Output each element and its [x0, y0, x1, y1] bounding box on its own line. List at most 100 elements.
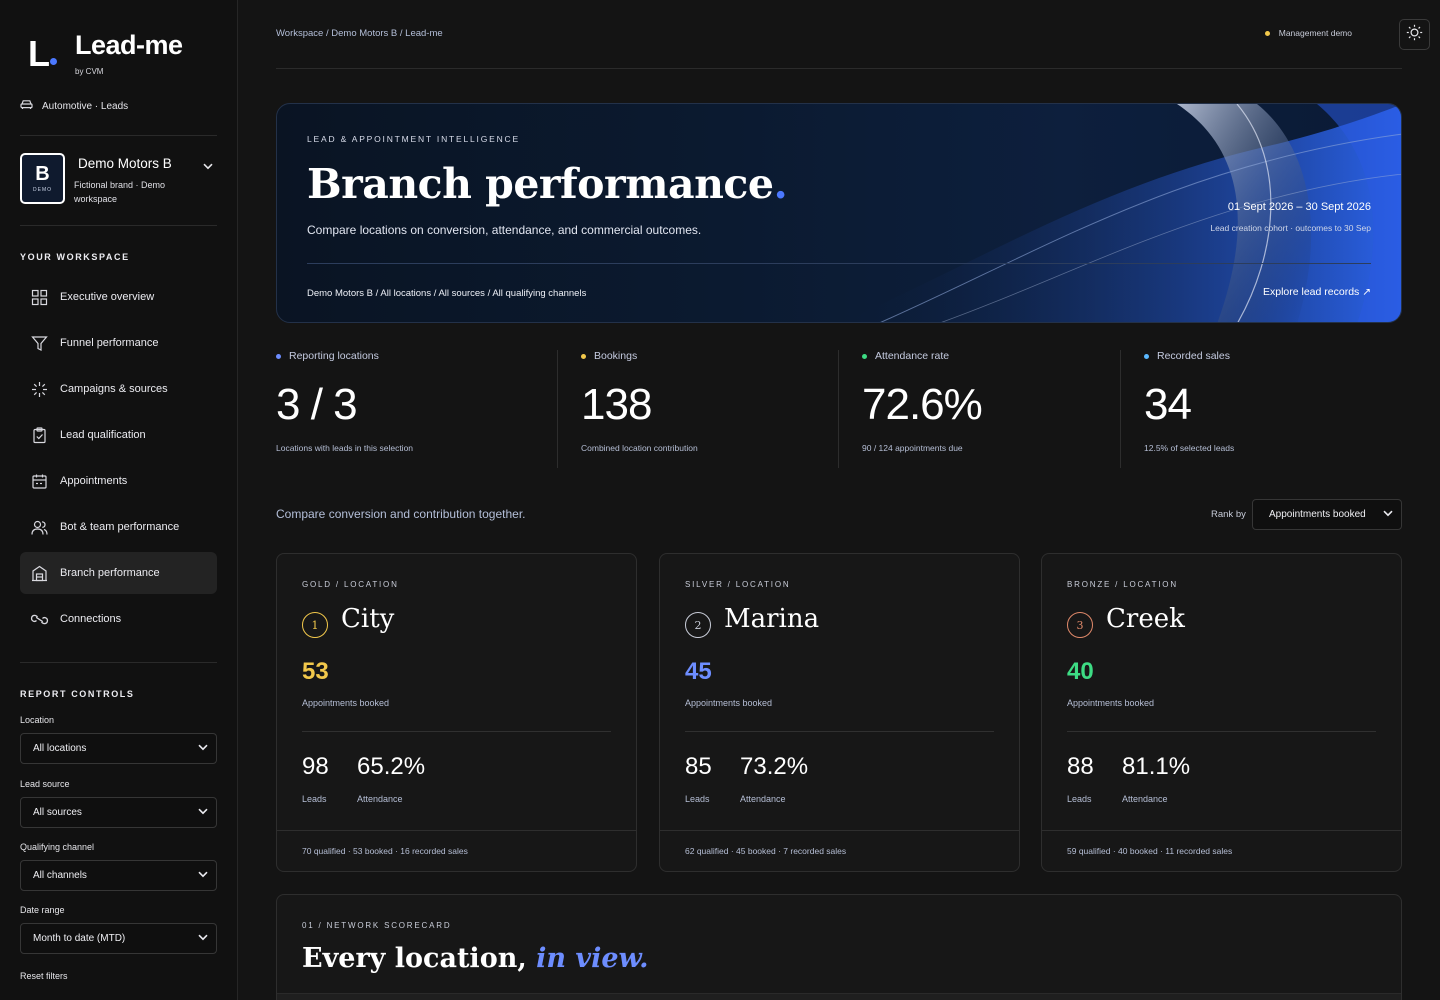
date-range-select[interactable]: Month to date (MTD)	[20, 923, 217, 954]
date-range-display: 01 Sept 2026 – 30 Sept 2026	[1227, 201, 1371, 213]
appointments-booked-value: 45	[685, 658, 712, 685]
nav-label: Bot & team performance	[60, 521, 180, 533]
page-title: Branch performance.	[307, 160, 788, 208]
location-card-city[interactable]: GOLD / LOCATION 1 City 53 Appointments b…	[276, 553, 637, 872]
kpi-divider	[1120, 350, 1121, 468]
location-summary: 59 qualified · 40 booked · 11 recorded s…	[1067, 846, 1233, 856]
location-name: City	[341, 604, 395, 634]
rank-by-value: Appointments booked	[1269, 509, 1366, 520]
sun-icon	[1406, 24, 1423, 46]
nav-item-campaigns-sources[interactable]: Campaigns & sources	[20, 368, 217, 410]
chevron-down-icon[interactable]	[203, 157, 213, 175]
channel-label: Qualifying channel	[20, 842, 95, 852]
chevron-down-icon	[1383, 509, 1393, 520]
attendance-value: 73.2%	[740, 753, 809, 780]
attendance-label: Attendance	[357, 794, 403, 804]
location-card-creek[interactable]: BRONZE / LOCATION 3 Creek 40 Appointment…	[1041, 553, 1402, 872]
page-title-text: Branch performance	[307, 160, 774, 208]
rank-by-select[interactable]: Appointments booked	[1252, 499, 1402, 530]
card-footer-divider	[277, 830, 636, 831]
hero-divider	[307, 263, 1371, 264]
card-footer-divider	[660, 830, 1019, 831]
scorecard-title-main: Every location,	[302, 943, 527, 974]
lead-source-label: Lead source	[20, 779, 70, 789]
appointments-booked-label: Appointments booked	[1067, 698, 1155, 708]
kpi-divider	[557, 350, 558, 468]
lead-source-select[interactable]: All sources	[20, 797, 217, 828]
nav-label: Funnel performance	[60, 337, 159, 349]
nav-label: Appointments	[60, 475, 128, 487]
brand-switcher[interactable]: B DEMO Demo Motors B Fictional brand · D…	[20, 153, 217, 207]
nav-item-appointments[interactable]: Appointments	[20, 460, 217, 502]
kpi-value: 3 / 3	[276, 380, 358, 429]
brand-description: Fictional brand · Demo workspace	[74, 180, 166, 204]
nav-label: Executive overview	[60, 291, 155, 303]
nav-item-branch-performance[interactable]: Branch performance	[20, 552, 217, 594]
mode-label: Management demo	[1278, 28, 1352, 38]
kpi-label: Bookings	[594, 350, 638, 362]
scorecard-title: Every location, in view.	[302, 943, 648, 974]
funnel-icon	[30, 334, 49, 353]
sidebar: L Lead-me by CVM Automotive · Leads B DE…	[0, 0, 238, 1000]
grid-icon	[30, 288, 49, 307]
nav-item-funnel-performance[interactable]: Funnel performance	[20, 322, 217, 364]
date-range-label: Date range	[20, 905, 65, 915]
card-divider	[1067, 731, 1376, 732]
logo-mark: L	[28, 33, 50, 74]
theme-toggle-button[interactable]	[1399, 19, 1430, 50]
report-controls-heading: REPORT CONTROLS	[20, 689, 135, 699]
location-card-marina[interactable]: SILVER / LOCATION 2 Marina 45 Appointmen…	[659, 553, 1020, 872]
workspace-nav: Executive overview Funnel performance Ca…	[20, 276, 217, 644]
nav-label: Campaigns & sources	[60, 383, 168, 395]
scorecard-table-header	[277, 993, 1401, 1000]
rank-badge: 2	[685, 612, 711, 638]
users-icon	[30, 518, 49, 537]
appointments-booked-label: Appointments booked	[685, 698, 773, 708]
appointments-booked-value: 53	[302, 658, 329, 685]
app-name: Lead-me	[75, 30, 183, 60]
app-byline: by CVM	[75, 67, 104, 76]
industry-label: Automotive · Leads	[42, 100, 129, 112]
kpi-subtext: 12.5% of selected leads	[1144, 443, 1235, 453]
header-divider	[276, 68, 1402, 69]
status-dot	[862, 353, 867, 359]
chevron-down-icon	[198, 933, 208, 944]
kpi-label: Reporting locations	[289, 350, 379, 362]
card-divider	[302, 731, 611, 732]
industry-tag: Automotive · Leads	[20, 99, 128, 113]
nav-item-lead-qualification[interactable]: Lead qualification	[20, 414, 217, 456]
breadcrumb[interactable]: Workspace / Demo Motors B / Lead-me	[276, 28, 443, 39]
attendance-label: Attendance	[1122, 794, 1168, 804]
scorecard-title-accent: in view.	[536, 943, 649, 974]
date-range-select-value: Month to date (MTD)	[33, 933, 126, 944]
location-select[interactable]: All locations	[20, 733, 217, 764]
status-dot	[581, 353, 586, 359]
kpi-label: Recorded sales	[1157, 350, 1230, 362]
card-divider	[685, 731, 994, 732]
sparkle-icon	[30, 380, 49, 399]
nav-label: Connections	[60, 613, 122, 625]
kpi-value: 34	[1144, 380, 1192, 429]
nav-item-executive-overview[interactable]: Executive overview	[20, 276, 217, 318]
channel-select-value: All channels	[33, 870, 87, 881]
status-dot	[276, 353, 281, 359]
divider	[20, 662, 217, 663]
kpi-subtext: 90 / 124 appointments due	[862, 443, 963, 453]
kpi-label: Attendance rate	[875, 350, 950, 362]
location-summary: 70 qualified · 53 booked · 16 recorded s…	[302, 846, 468, 856]
reset-filters-button[interactable]: Reset filters	[20, 971, 68, 981]
channel-select[interactable]: All channels	[20, 860, 217, 891]
explore-lead-records-link[interactable]: Explore lead records ↗	[1263, 286, 1371, 298]
hero-banner: LEAD & APPOINTMENT INTELLIGENCE Branch p…	[276, 103, 1402, 323]
hero-eyebrow: LEAD & APPOINTMENT INTELLIGENCE	[307, 134, 520, 144]
kpi-row: Reporting locations 3 / 3 Locations with…	[276, 350, 1402, 468]
nav-item-connections[interactable]: Connections	[20, 598, 217, 640]
page-title-dot: .	[773, 160, 788, 208]
divider	[20, 225, 217, 226]
rank-by-label: Rank by	[1211, 509, 1246, 520]
location-select-value: All locations	[33, 743, 87, 754]
nav-item-bot-team-performance[interactable]: Bot & team performance	[20, 506, 217, 548]
location-name: Marina	[724, 604, 820, 634]
nav-label: Branch performance	[60, 567, 160, 579]
compare-intro: Compare conversion and contribution toge…	[276, 507, 526, 521]
